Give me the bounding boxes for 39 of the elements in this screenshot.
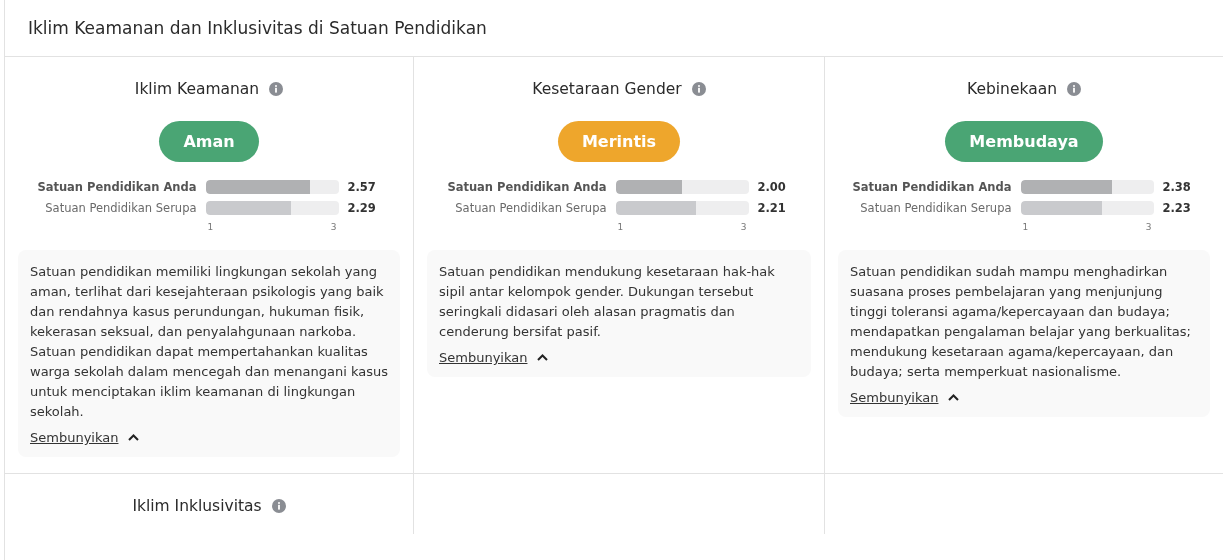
info-icon[interactable] bbox=[1067, 82, 1081, 96]
status-badge: Membudaya bbox=[945, 121, 1103, 162]
score-value: 2.38 bbox=[1162, 180, 1192, 194]
axis-tick: 3 bbox=[740, 222, 747, 232]
description-text: Satuan pendidikan memiliki lingkungan sekolah yang aman, terlihat dari kesejahteraan psikologis yang baik dan rendahnya kasus perundungan, hukuman fisik, kekerasan seksual, dan penyalahgunaan narkoba. Satuan pendidikan dapat mempertahankan kualitas warga sekolah dalam mencegah dan menangani kasus untuk menciptakan iklim keamanan di lingkungan sekolah. bbox=[30, 263, 388, 421]
axis-tick: 3 bbox=[1145, 222, 1152, 232]
page-title: Iklim Keamanan dan Inklusivitas di Satuan Pendidikan bbox=[28, 18, 487, 38]
axis-tick: 1 bbox=[617, 222, 624, 232]
score-value: 2.21 bbox=[757, 201, 787, 215]
hide-toggle[interactable]: Sembunyikan bbox=[30, 430, 140, 445]
score-value: 2.23 bbox=[1162, 201, 1192, 215]
description-text: Satuan pendidikan mendukung kesetaraan hak-hak sipil antar kelompok gender. Dukungan tersebut seringkali didasari oleh alasan pragmatis dan cenderung bersifat pasif. bbox=[439, 263, 776, 341]
bar-label: Satuan Pendidikan Anda bbox=[36, 180, 197, 194]
axis-tick: 1 bbox=[207, 222, 214, 232]
bar-label: Satuan Pendidikan Anda bbox=[851, 180, 1012, 194]
description-text: Satuan pendidikan sudah mampu menghadirkan suasana proses pembelajaran yang menjunjung tinggi toleransi agama/kepercayaan dan budaya; mendapatkan pengalaman belajar yang berkualitas; mendukung kesetaraan agama/kepercayaan, dan budaya; serta memperkuat nasionalisme. bbox=[850, 263, 1192, 381]
info-icon[interactable] bbox=[691, 82, 706, 96]
score-value: 2.29 bbox=[347, 201, 377, 215]
chevron-up-icon bbox=[537, 354, 549, 361]
axis-tick: 3 bbox=[330, 222, 337, 232]
status-badge: Merintis bbox=[557, 121, 681, 162]
bar-label: Satuan Pendidikan Serupa bbox=[859, 201, 1012, 215]
info-icon[interactable] bbox=[269, 82, 284, 96]
info-icon[interactable] bbox=[271, 499, 286, 513]
chevron-up-icon bbox=[128, 434, 140, 441]
section-title: Iklim Inklusivitas bbox=[132, 497, 262, 515]
bar-label: Satuan Pendidikan Serupa bbox=[454, 201, 607, 215]
bar-label: Satuan Pendidikan Serupa bbox=[44, 201, 197, 215]
section-title: Iklim Keamanan bbox=[134, 80, 260, 98]
bar-label: Satuan Pendidikan Anda bbox=[446, 180, 607, 194]
score-value: 2.57 bbox=[347, 180, 377, 194]
section-title: Kesetaraan Gender bbox=[532, 80, 682, 98]
section-title: Kebinekaan bbox=[967, 80, 1057, 98]
score-value: 2.00 bbox=[757, 180, 787, 194]
axis-tick: 1 bbox=[1022, 222, 1029, 232]
hide-toggle[interactable]: Sembunyikan bbox=[850, 390, 960, 405]
hide-toggle[interactable]: Sembunyikan bbox=[439, 350, 549, 365]
chevron-up-icon bbox=[948, 394, 960, 401]
status-badge: Aman bbox=[159, 121, 259, 162]
